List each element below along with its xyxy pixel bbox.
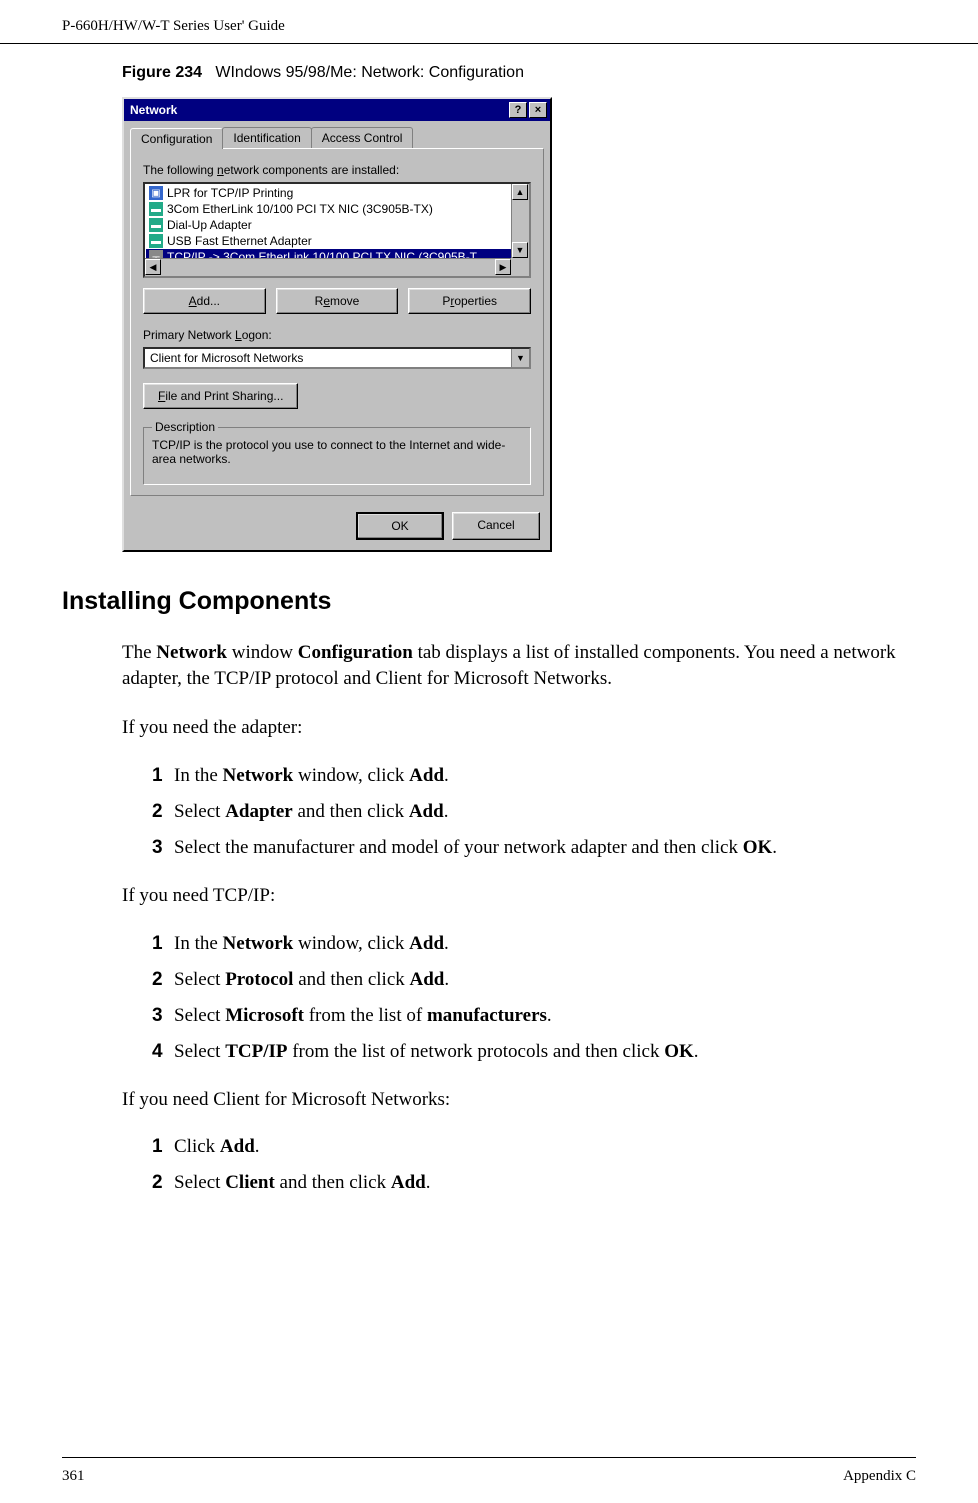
adapter-icon: ▬	[149, 234, 163, 248]
step-text: In the Network window, click Add.	[174, 933, 449, 955]
step-number: 3	[152, 1005, 174, 1027]
step-number: 2	[152, 801, 174, 823]
primary-logon-label: Primary Network Logon:	[143, 328, 531, 342]
tab-panel: The following network components are ins…	[130, 148, 544, 496]
list-item: 2 Select Adapter and then click Add.	[152, 801, 916, 823]
step-number: 1	[152, 765, 174, 787]
list-item-label: 3Com EtherLink 10/100 PCI TX NIC (3C905B…	[167, 202, 433, 216]
step-text: Select Client and then click Add.	[174, 1172, 430, 1194]
list-item: 1 Click Add.	[152, 1136, 916, 1158]
file-print-sharing-button[interactable]: File and Print Sharing...	[143, 383, 298, 409]
dropdown-value: Client for Microsoft Networks	[145, 349, 511, 367]
step-number: 2	[152, 1172, 174, 1194]
step-text: Select Adapter and then click Add.	[174, 801, 448, 823]
tab-row: Configuration Identification Access Cont…	[124, 121, 550, 148]
list-item-label: Dial-Up Adapter	[167, 218, 252, 232]
tab-configuration[interactable]: Configuration	[130, 128, 223, 149]
scroll-down-icon[interactable]: ▼	[512, 242, 528, 258]
dialog-titlebar[interactable]: Network ? ×	[124, 99, 550, 121]
description-text: TCP/IP is the protocol you use to connec…	[152, 438, 522, 466]
properties-button[interactable]: Properties	[408, 288, 531, 314]
scrollbar-horizontal[interactable]: ◀ ▶	[145, 258, 511, 276]
chevron-down-icon[interactable]: ▼	[511, 349, 529, 367]
header-left: P-660H/HW/W-T Series User' Guide	[62, 18, 285, 35]
need-adapter-label: If you need the adapter:	[122, 715, 916, 741]
dialog-title: Network	[130, 103, 177, 117]
section-heading: Installing Components	[62, 587, 916, 616]
step-text: Select Microsoft from the list of manufa…	[174, 1005, 552, 1027]
list-item: 1 In the Network window, click Add.	[152, 933, 916, 955]
step-text: Select TCP/IP from the list of network p…	[174, 1041, 699, 1063]
list-item[interactable]: ▬ USB Fast Ethernet Adapter	[146, 233, 528, 249]
text: The	[122, 642, 156, 663]
step-number: 1	[152, 933, 174, 955]
description-group: Description TCP/IP is the protocol you u…	[143, 427, 531, 485]
step-text: Select the manufacturer and model of you…	[174, 837, 777, 859]
list-item: 2 Select Client and then click Add.	[152, 1172, 916, 1194]
appendix-label: Appendix C	[843, 1468, 916, 1485]
scroll-left-icon[interactable]: ◀	[145, 259, 161, 275]
close-icon[interactable]: ×	[529, 102, 547, 118]
ok-button[interactable]: OK	[356, 512, 444, 540]
need-tcpip-label: If you need TCP/IP:	[122, 883, 916, 909]
tab-access-control[interactable]: Access Control	[311, 127, 414, 148]
list-item: 3 Select the manufacturer and model of y…	[152, 837, 916, 859]
step-number: 4	[152, 1041, 174, 1063]
adapter-icon: ▬	[149, 202, 163, 216]
scroll-corner	[511, 258, 529, 276]
adapter-icon: ▬	[149, 218, 163, 232]
page-footer: 361 Appendix C	[62, 1457, 916, 1485]
list-item: 3 Select Microsoft from the list of manu…	[152, 1005, 916, 1027]
step-text: Select Protocol and then click Add.	[174, 969, 449, 991]
tcpip-steps-list: 1 In the Network window, click Add. 2 Se…	[152, 933, 916, 1063]
figure-caption: Figure 234 WIndows 95/98/Me: Network: Co…	[122, 64, 916, 82]
scroll-right-icon[interactable]: ▶	[495, 259, 511, 275]
list-item: 1 In the Network window, click Add.	[152, 765, 916, 787]
remove-button[interactable]: Remove	[276, 288, 399, 314]
list-item[interactable]: ▬ Dial-Up Adapter	[146, 217, 528, 233]
step-text: Click Add.	[174, 1136, 260, 1158]
page-header: P-660H/HW/W-T Series User' Guide	[0, 0, 978, 44]
step-number: 3	[152, 837, 174, 859]
step-number: 2	[152, 969, 174, 991]
description-label: Description	[152, 420, 218, 434]
list-item: 2 Select Protocol and then click Add.	[152, 969, 916, 991]
list-item-label: USB Fast Ethernet Adapter	[167, 234, 312, 248]
step-number: 1	[152, 1136, 174, 1158]
list-item-label: LPR for TCP/IP Printing	[167, 186, 293, 200]
help-icon[interactable]: ?	[509, 102, 527, 118]
printer-icon: ▣	[149, 186, 163, 200]
list-item[interactable]: ▬ 3Com EtherLink 10/100 PCI TX NIC (3C90…	[146, 201, 528, 217]
list-item[interactable]: ▣ LPR for TCP/IP Printing	[146, 185, 528, 201]
need-client-label: If you need Client for Microsoft Network…	[122, 1087, 916, 1113]
scrollbar-vertical[interactable]: ▲ ▼	[511, 184, 529, 258]
tab-identification[interactable]: Identification	[222, 127, 311, 148]
components-listbox[interactable]: ▣ LPR for TCP/IP Printing ▬ 3Com EtherLi…	[143, 182, 531, 278]
primary-logon-dropdown[interactable]: Client for Microsoft Networks ▼	[143, 347, 531, 369]
cancel-button[interactable]: Cancel	[452, 512, 540, 540]
intro-paragraph: The Network window Configuration tab dis…	[122, 640, 916, 691]
text-bold: Configuration	[298, 642, 413, 663]
add-button[interactable]: Add...	[143, 288, 266, 314]
figure-label: Figure 234	[122, 64, 202, 81]
list-item: 4 Select TCP/IP from the list of network…	[152, 1041, 916, 1063]
components-label: The following network components are ins…	[143, 163, 531, 177]
network-dialog: Network ? × Configuration Identification…	[122, 97, 552, 552]
step-text: In the Network window, click Add.	[174, 765, 449, 787]
client-steps-list: 1 Click Add. 2 Select Client and then cl…	[152, 1136, 916, 1194]
page-number: 361	[62, 1468, 85, 1485]
text-bold: Network	[156, 642, 227, 663]
adapter-steps-list: 1 In the Network window, click Add. 2 Se…	[152, 765, 916, 859]
scroll-up-icon[interactable]: ▲	[512, 184, 528, 200]
text: window	[227, 642, 298, 663]
figure-caption-text: WIndows 95/98/Me: Network: Configuration	[215, 64, 524, 81]
